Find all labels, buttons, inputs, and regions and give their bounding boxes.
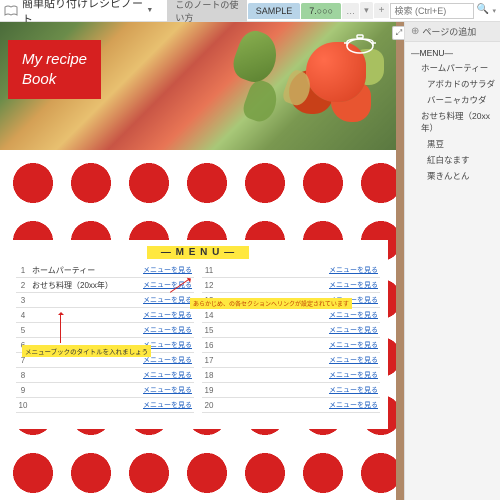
row-number: 12 [202,281,216,290]
title-line2: Book [22,70,87,90]
menu-link[interactable]: メニューを見る [143,310,194,320]
nav-item[interactable]: バーニャカウダ [405,92,500,108]
table-row[interactable]: 1ホームパーティーメニューを見る [16,263,194,278]
tab-menu[interactable]: ▾ [360,2,373,19]
title-line1: My recipe [22,50,87,70]
table-row[interactable]: 15 メニューを見る [202,323,380,338]
recipe-book-title: My recipe Book [8,40,101,99]
nav-item[interactable]: —MENU— [405,46,500,60]
row-number: 5 [16,326,30,335]
row-number: 16 [202,341,216,350]
menu-header: — M E N U — [16,246,380,259]
table-row[interactable]: 19 メニューを見る [202,383,380,398]
row-label: ホームパーティー [30,265,143,276]
table-row[interactable]: 10 メニューを見る [16,398,194,413]
menu-link[interactable]: メニューを見る [329,310,380,320]
plus-icon: ⊕ [411,26,419,37]
table-row[interactable]: 12 メニューを見る [202,278,380,293]
table-row[interactable]: 11 メニューを見る [202,263,380,278]
row-number: 14 [202,311,216,320]
menu-link[interactable]: メニューを見る [329,370,380,380]
table-row[interactable]: 5 メニューを見る [16,323,194,338]
add-page-label: ページの追加 [422,25,476,38]
menu-link[interactable]: メニューを見る [143,370,194,380]
add-page-button[interactable]: ⊕ ページの追加 [405,22,500,42]
titlebar: 簡単貼り付けレシピノート ▼ このノートの使い方 SAMPLE 7.○○○ … … [0,0,500,22]
notebook-icon [4,5,18,17]
chevron-down-icon[interactable]: ▼ [146,7,153,14]
row-number: 20 [202,401,216,410]
page-canvas: ⤢ My recipe Book — M E N U — [0,22,404,500]
annotation-note-1: メニューブックのタイトルを入れましょう [22,345,151,357]
nav-item[interactable]: 紅白なます [405,152,500,168]
main: ⤢ My recipe Book — M E N U — [0,22,500,500]
row-number: 17 [202,356,216,365]
nav-item[interactable]: 黒豆 [405,136,500,152]
search-dropdown-icon[interactable]: ▾ [492,7,496,15]
page-sidebar: ⊕ ページの追加 —MENU—ホームパーティーアボカドのサラダバーニャカウダおせ… [404,22,500,500]
row-label: おせち料理（20xx年） [30,280,143,291]
table-row[interactable]: 3 メニューを見る [16,293,194,308]
annotation-note-2: あらかじめ、の各セクションへリンクが設定されています [190,298,352,309]
pot-icon [342,30,378,54]
page-nav: —MENU—ホームパーティーアボカドのサラダバーニャカウダおせち料理（20xx年… [405,42,500,188]
tab-overflow[interactable]: … [342,3,359,19]
table-row[interactable]: 8 メニューを見る [16,368,194,383]
table-row[interactable]: 17 メニューを見る [202,353,380,368]
row-number: 18 [202,371,216,380]
row-number: 4 [16,311,30,320]
menu-link[interactable]: メニューを見る [143,325,194,335]
row-number: 11 [202,266,216,275]
hero: My recipe Book [0,22,396,150]
table-row[interactable]: 4 メニューを見る [16,308,194,323]
search-icon[interactable]: 🔍 [476,4,490,18]
menu-col-left: 1ホームパーティーメニューを見る2おせち料理（20xx年）メニューを見る3メニュ… [16,263,194,413]
menu-link[interactable]: メニューを見る [143,400,194,410]
search-area: 🔍 ▾ [390,3,496,19]
nav-item[interactable]: おせち料理（20xx年） [405,108,500,136]
table-row[interactable]: 20 メニューを見る [202,398,380,413]
nav-item[interactable]: アボカドのサラダ [405,76,500,92]
row-number: 9 [16,386,30,395]
table-row[interactable]: 18 メニューを見る [202,368,380,383]
menu-link[interactable]: メニューを見る [329,265,380,275]
expand-icon[interactable]: ⤢ [392,26,404,40]
menu-table: — M E N U — メニューブックのタイトルを入れましょう あらかじめ、の各… [8,240,388,429]
table-row[interactable]: 9 メニューを見る [16,383,194,398]
menu-link[interactable]: メニューを見る [143,295,194,305]
menu-columns: メニューブックのタイトルを入れましょう あらかじめ、の各セクションへリンクが設定… [16,263,380,413]
row-number: 10 [16,401,30,410]
menu-link[interactable]: メニューを見る [329,385,380,395]
menu-link[interactable]: メニューを見る [329,340,380,350]
nav-item[interactable]: 栗きんとん [405,168,500,184]
menu-link[interactable]: メニューを見る [329,325,380,335]
menu-link[interactable]: メニューを見る [143,385,194,395]
search-input[interactable] [390,3,474,19]
menu-heading: — M E N U — [147,246,249,259]
nav-item[interactable]: ホームパーティー [405,60,500,76]
table-row[interactable]: 16 メニューを見る [202,338,380,353]
menu-link[interactable]: メニューを見る [329,280,380,290]
table-row[interactable]: 14 メニューを見る [202,308,380,323]
page: My recipe Book — M E N U — メニューブックのタイ [0,22,396,500]
dots-section: — M E N U — メニューブックのタイトルを入れましょう あらかじめ、の各… [0,150,396,500]
table-row[interactable]: 2おせち料理（20xx年）メニューを見る [16,278,194,293]
annotation-arrow-1 [60,313,61,343]
row-number: 15 [202,326,216,335]
row-number: 19 [202,386,216,395]
row-number: 8 [16,371,30,380]
row-number: 2 [16,281,30,290]
row-number: 3 [16,296,30,305]
tab-add[interactable]: + [374,3,390,18]
menu-link[interactable]: メニューを見る [329,400,380,410]
tab-sample[interactable]: SAMPLE [248,3,301,19]
row-number: 1 [16,266,30,275]
menu-col-right: 11メニューを見る12メニューを見る13メニューを見る14メニューを見る15メニ… [202,263,380,413]
menu-link[interactable]: メニューを見る [329,355,380,365]
tab-7[interactable]: 7.○○○ [301,3,341,19]
menu-link[interactable]: メニューを見る [143,265,194,275]
